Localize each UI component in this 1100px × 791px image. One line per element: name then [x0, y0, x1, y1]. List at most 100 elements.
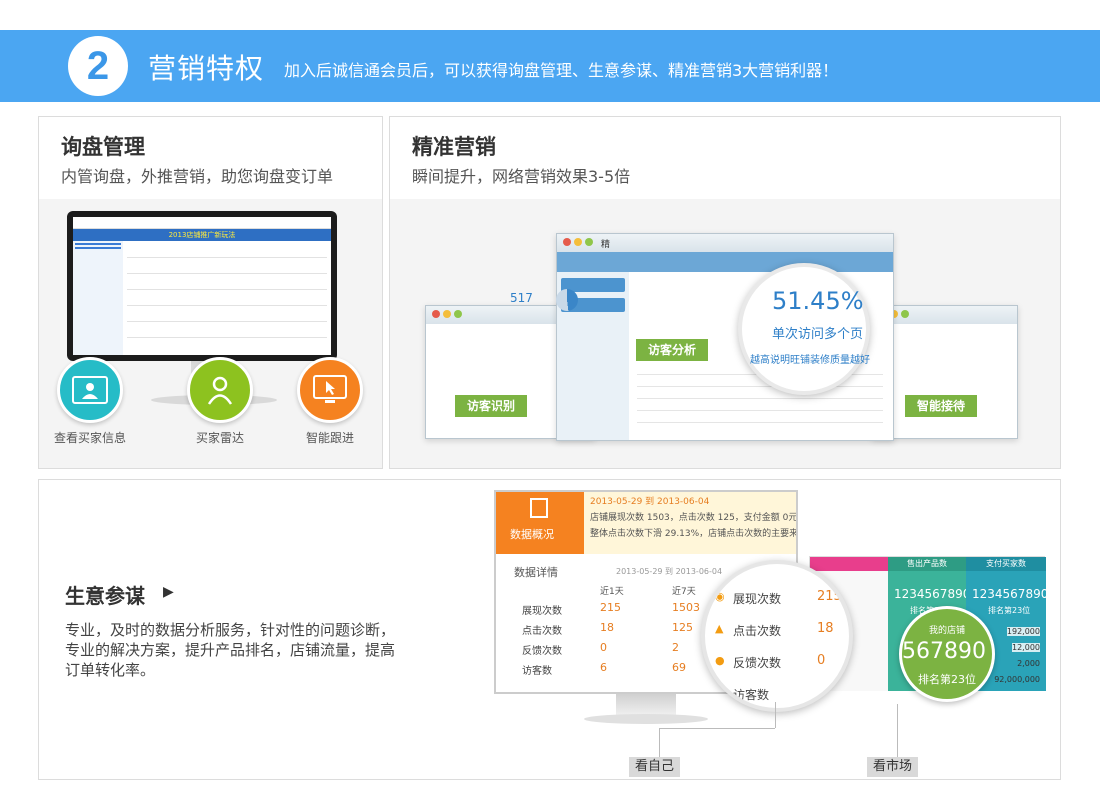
cursor-icon: ▲ [715, 622, 724, 635]
zoom-label: 单次访问多个页 [772, 327, 864, 342]
window-titlebar: 精准营销 [557, 234, 893, 289]
visitor-count-stat: 517 [510, 291, 533, 305]
market-big-number: 1234567890 [894, 587, 971, 601]
screen-row [127, 305, 327, 306]
screen-row [127, 337, 327, 338]
play-arrow-icon: ▶ [163, 584, 174, 600]
panel-description: 专业，及时的数据分析服务，针对性的问题诊断，专业的解决方案，提升产品排名，店铺流… [65, 621, 396, 679]
table-row [637, 410, 883, 411]
screen-row [127, 257, 327, 258]
monitor-base [584, 714, 708, 724]
row-value: 2 [672, 641, 679, 654]
inquiry-management-panel: 询盘管理 内管询盘，外推营销，助您询盘变订单 2013店铺推广新玩法 查看买家信… [38, 116, 383, 469]
panel-header: 询盘管理 内管询盘，外推营销，助您询盘变订单 [39, 117, 382, 199]
connector-line [775, 702, 776, 728]
mini-pie-icon [556, 289, 578, 311]
market-column-header [810, 557, 888, 571]
feature-label-smart-follow: 智能跟进 [305, 431, 354, 445]
zoom-row-label: 点击次数 [733, 624, 782, 638]
zoom-magnifier: ◉ 展现次数 215 ▲ 点击次数 18 ● 反馈次数 0 访客数 [701, 560, 853, 712]
zoom-row-value: 215 [817, 589, 842, 604]
screen-ad-bar: 2013店铺推广新玩法 [73, 229, 331, 241]
caption-look-self: 看自己 [629, 757, 681, 777]
market-rank: 排名第23位 [988, 606, 1031, 615]
row-value: 6 [600, 661, 607, 674]
panel-title: 精准营销 [412, 135, 496, 159]
panel-description: 瞬间提升，网络营销效果3-5倍 [412, 167, 631, 186]
zoom-row-label: 展现次数 [733, 592, 782, 606]
monitor-illustration: 2013店铺推广新玩法 [67, 211, 337, 361]
row-label: 访客数 [522, 666, 552, 677]
screen-row [127, 273, 327, 274]
data-overview-block: 数据概况 [496, 492, 584, 554]
row-label: 反馈次数 [522, 646, 562, 657]
screen-sidebar-item [75, 247, 121, 249]
table-row [637, 398, 883, 399]
table-row [637, 422, 883, 423]
maximize-dot-icon [585, 238, 593, 246]
market-row-value: 92,000,000 [994, 675, 1040, 684]
shop-rank: 排名第23位 [918, 673, 976, 686]
summary-date: 2013-05-29 到 2013-06-04 [590, 497, 710, 507]
close-dot-icon [563, 238, 571, 246]
data-detail-title: 数据详情 [514, 566, 558, 579]
row-value: 0 [600, 641, 607, 654]
panel-illustration: 精准营销 517 51.45% 单次访问多个页 越高说明旺铺装修质量越好 访客分… [390, 199, 1060, 468]
zoom-row-value: 18 [817, 621, 834, 636]
panel-title: 询盘管理 [61, 135, 145, 159]
screen-sidebar-item [75, 243, 121, 245]
tag-visitor-analysis: 访客分析 [636, 339, 709, 361]
screen-row [127, 321, 327, 322]
market-row-value: 2,000 [1017, 659, 1040, 668]
monitor-stand [616, 694, 676, 716]
banner-title: 营销特权 [148, 52, 265, 85]
summary-line: 店铺展现次数 1503，点击次数 125，支付金额 0元。 [590, 513, 798, 523]
data-detail-range: 2013-05-29 到 2013-06-04 [616, 567, 723, 576]
row-value: 215 [600, 601, 621, 614]
eye-icon: ◉ [715, 590, 725, 603]
shop-title: 我的店铺 [928, 626, 965, 636]
column-header: 近7天 [672, 587, 696, 597]
panel-illustration: 2013店铺推广新玩法 查看买家信息 买家雷达 智能跟进 [39, 199, 382, 468]
maximize-dot-icon [901, 310, 909, 318]
column-header: 近1天 [600, 587, 624, 597]
zoom-percentage: 51.45% [772, 287, 864, 315]
window-nav-bar [557, 252, 893, 272]
tag-visitor-identify: 访客识别 [455, 395, 528, 417]
banner-subtitle: 加入后诚信通会员后，可以获得询盘管理、生意参谋、精准营销3大营销利器！ [284, 61, 839, 80]
table-row [637, 386, 883, 387]
cursor-monitor-icon [297, 357, 363, 423]
zoom-row-value: 0 [817, 653, 826, 668]
buyer-info-icon [57, 357, 123, 423]
summary-line: 整体点击次数下滑 29.13%，店铺点击次数的主要来源为 直接 [590, 529, 798, 539]
minimize-dot-icon [574, 238, 582, 246]
zoom-row-label: 反馈次数 [733, 656, 782, 670]
window-titlebar [873, 306, 1017, 324]
feature-label-buyer-info: 查看买家信息 [53, 431, 126, 445]
my-shop-badge: 我的店铺 4567890 排名第23位 [899, 606, 995, 702]
market-row-value: 12,000 [1012, 643, 1040, 652]
step-number-badge: 2 [68, 36, 128, 96]
connector-line [659, 728, 660, 758]
panel-header: 精准营销 瞬间提升，网络营销效果3-5倍 [390, 117, 1060, 199]
caption-look-market: 看市场 [867, 757, 919, 777]
window-title: 精准营销 [601, 240, 611, 289]
connector-line [659, 728, 775, 729]
precise-marketing-panel: 精准营销 瞬间提升，网络营销效果3-5倍 精准营销 [389, 116, 1061, 469]
row-label: 展现次数 [522, 606, 562, 617]
market-column-header: 支付买家数 [966, 557, 1046, 571]
row-value: 125 [672, 621, 693, 634]
monitor-screen: 2013店铺推广新玩法 [73, 217, 331, 355]
shop-number: 4567890 [901, 639, 986, 664]
data-overview-label: 数据概况 [510, 528, 554, 541]
zoom-note: 越高说明旺铺装修质量越好 [750, 355, 870, 366]
panel-title: 生意参谋 [65, 584, 145, 608]
row-value: 69 [672, 661, 686, 674]
market-column-header: 售出产品数 [888, 557, 966, 571]
business-advisor-panel: 生意参谋 ▶ 专业，及时的数据分析服务，针对性的问题诊断，专业的解决方案，提升产… [38, 479, 1061, 780]
person-icon [187, 357, 253, 423]
screen-sidebar [73, 241, 123, 355]
market-row-value: 192,000 [1006, 627, 1040, 636]
market-big-number: 1234567890 [972, 587, 1049, 601]
connector-line [897, 704, 898, 758]
